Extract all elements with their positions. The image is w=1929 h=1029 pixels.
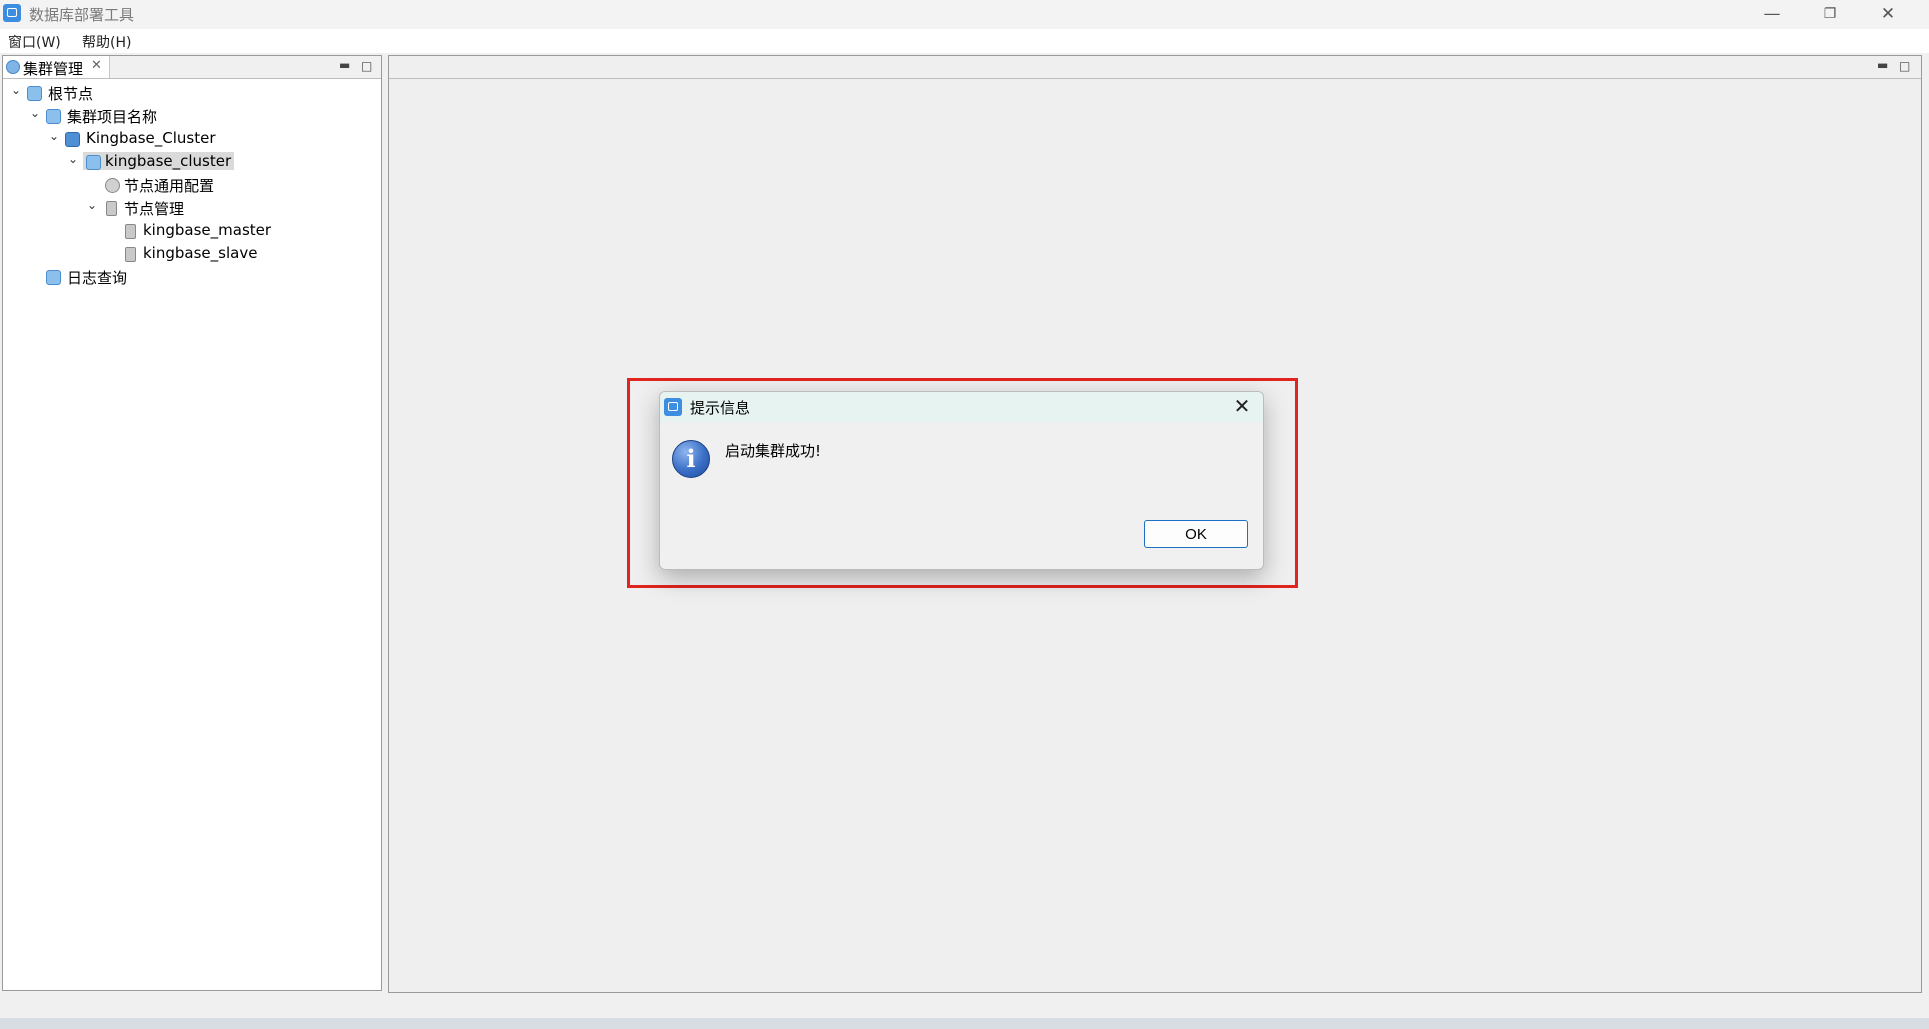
editor-header: ▬ □	[389, 56, 1921, 79]
dialog-title: 提示信息	[690, 399, 751, 417]
restore-button[interactable]: ❐	[1801, 0, 1859, 29]
tree-item-label: 日志查询	[67, 269, 128, 287]
panel-minimize-icon[interactable]: ▬	[339, 58, 350, 72]
app-icon	[3, 4, 21, 22]
tree-item-label: 节点通用配置	[124, 177, 215, 195]
db-icon	[106, 201, 117, 216]
tree-item-label: kingbase_master	[143, 221, 272, 239]
dialog-message: 启动集群成功!	[725, 442, 822, 460]
menu-window[interactable]: 窗口(W)	[8, 32, 61, 52]
db-icon	[125, 247, 136, 262]
ok-button[interactable]: OK	[1144, 520, 1248, 548]
tab-label: 集群管理	[23, 60, 84, 78]
db-icon	[125, 224, 136, 239]
tree-item-label: kingbase_cluster	[83, 152, 235, 170]
cluster-icon	[6, 60, 20, 74]
tree-item-label: kingbase_slave	[143, 244, 258, 262]
chevron-down-icon[interactable]: ⌄	[68, 152, 80, 166]
minimize-button[interactable]: —	[1743, 0, 1801, 29]
cluster-folder-icon	[46, 109, 61, 124]
info-dialog: 提示信息 ✕ i 启动集群成功! OK	[659, 391, 1264, 570]
close-icon[interactable]: ✕	[1230, 394, 1254, 418]
chevron-down-icon[interactable]: ⌄	[87, 198, 99, 212]
panel-header: 集群管理 ✕ ▬ □	[3, 56, 381, 79]
editor-maximize-icon[interactable]: □	[1899, 59, 1910, 73]
chevron-down-icon[interactable]: ⌄	[49, 129, 61, 143]
menu-bar: 窗口(W) 帮助(H)	[0, 29, 1929, 53]
gear-icon	[105, 178, 120, 193]
cluster-folder-icon	[46, 270, 61, 285]
tree-item-label: 节点管理	[124, 200, 185, 218]
editor-minimize-icon[interactable]: ▬	[1877, 58, 1888, 72]
dialog-title-bar: 提示信息 ✕	[660, 392, 1263, 422]
window-title: 数据库部署工具	[29, 6, 135, 24]
info-icon: i	[672, 440, 710, 478]
app-icon	[664, 398, 682, 416]
status-bar	[0, 1018, 1929, 1029]
close-button[interactable]: ✕	[1859, 0, 1917, 29]
tree-item-label: Kingbase_Cluster	[86, 129, 216, 147]
tab-cluster-management[interactable]: 集群管理 ✕	[3, 56, 110, 78]
tab-close-icon[interactable]: ✕	[91, 58, 102, 73]
title-bar: 数据库部署工具 — ❐ ✕	[0, 0, 1929, 29]
cluster-folder-icon	[27, 86, 42, 101]
cluster-icon	[65, 132, 80, 147]
chevron-down-icon[interactable]: ⌄	[11, 83, 23, 97]
tree-item-label: 集群项目名称	[67, 108, 158, 126]
panel-maximize-icon[interactable]: □	[361, 59, 372, 73]
tree-item-label: 根节点	[48, 85, 94, 103]
chevron-down-icon[interactable]: ⌄	[30, 106, 42, 120]
cluster-folder-icon	[86, 155, 101, 170]
menu-help[interactable]: 帮助(H)	[82, 32, 131, 52]
cluster-management-panel: 集群管理 ✕ ▬ □ ⌄ 根节点 ⌄ 集群项目名称 ⌄ Kingbase_Clu…	[2, 55, 382, 991]
